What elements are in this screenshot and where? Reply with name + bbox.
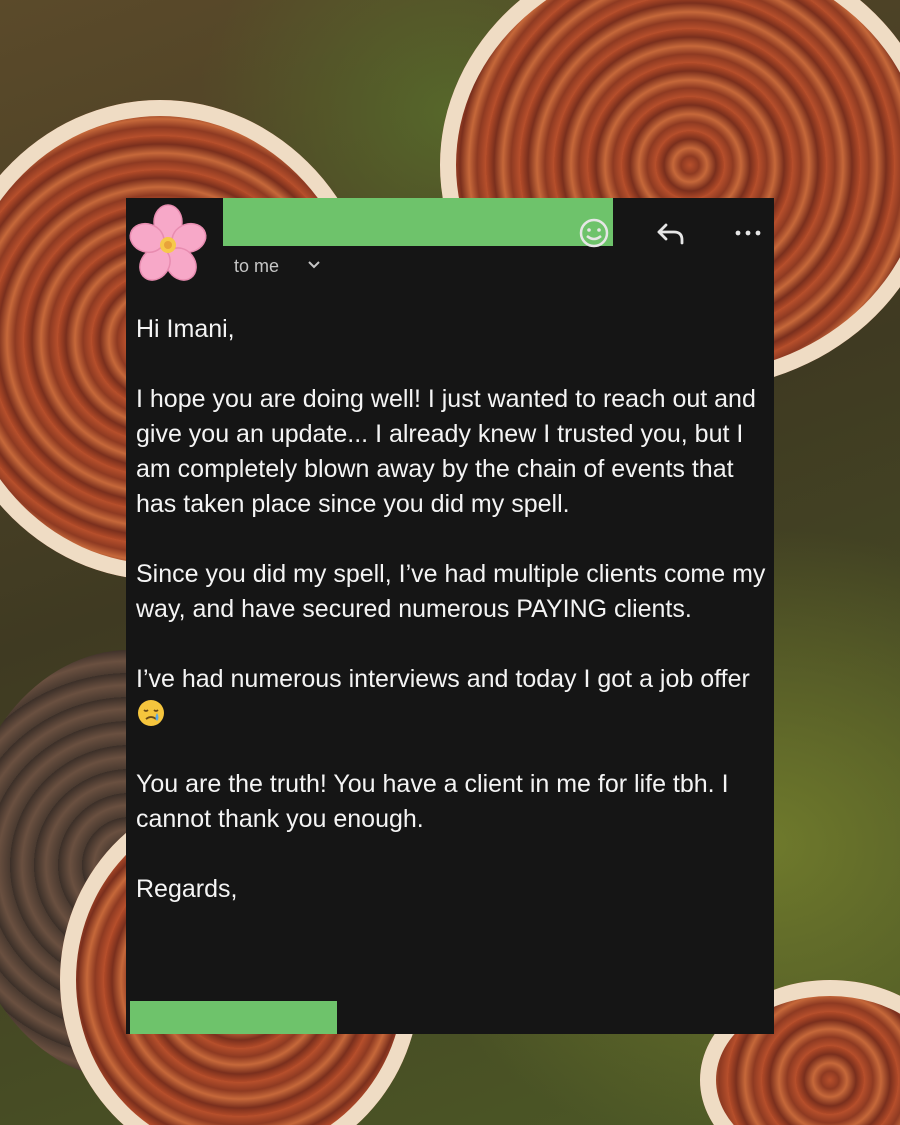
paragraph-update: I hope you are doing well! I just wanted…	[136, 385, 756, 518]
greeting: Hi Imani,	[136, 315, 235, 343]
more-options-icon[interactable]	[729, 214, 767, 252]
emoji-react-icon[interactable]	[575, 214, 613, 252]
sender-name-redaction	[223, 198, 613, 246]
signature-redaction	[130, 1001, 337, 1034]
email-card: to me Hi Imani, I hope you are doing wel…	[126, 198, 774, 1034]
closing: Regards,	[136, 875, 238, 903]
chevron-down-icon[interactable]	[307, 258, 321, 272]
job-offer-text: I’ve had numerous interviews and today I…	[136, 665, 750, 693]
email-body: Hi Imani, I hope you are doing well! I j…	[136, 312, 766, 907]
recipient-label[interactable]: to me	[234, 256, 279, 277]
paragraph-clients: Since you did my spell, I’ve had multipl…	[136, 560, 766, 623]
paragraph-job-offer: I’ve had numerous interviews and today I…	[136, 662, 766, 732]
crying-face-emoji	[138, 700, 164, 726]
paragraph-thanks: You are the truth! You have a client in …	[136, 770, 729, 833]
cherry-blossom-icon	[129, 204, 207, 281]
reply-icon[interactable]	[652, 214, 690, 252]
